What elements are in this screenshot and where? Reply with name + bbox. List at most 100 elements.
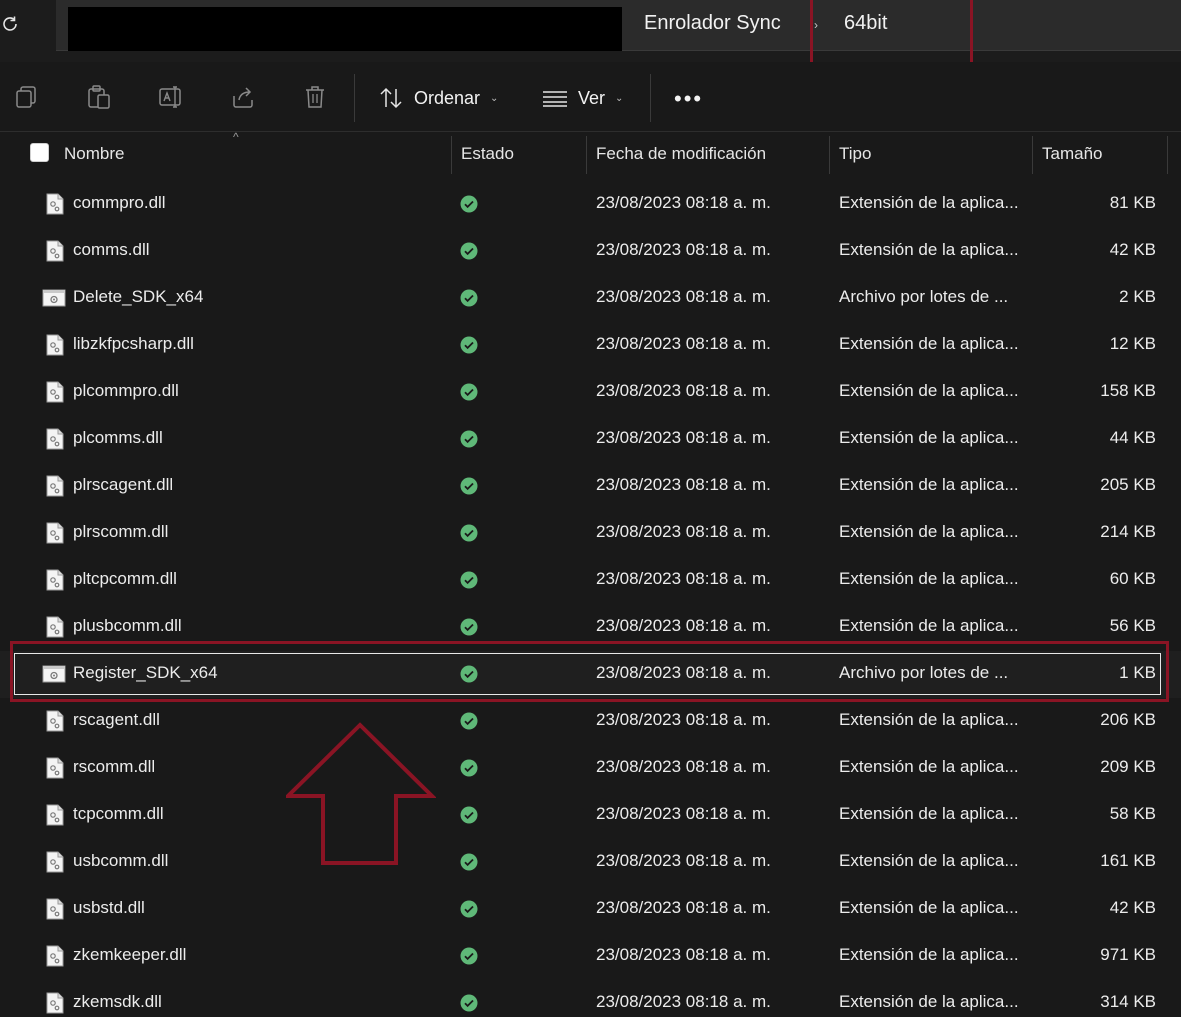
view-label: Ver [578, 87, 606, 108]
file-type: Extensión de la aplica... [839, 616, 1019, 635]
sync-ok-icon [460, 524, 478, 542]
file-date: 23/08/2023 08:18 a. m. [596, 616, 771, 635]
column-header-date[interactable]: Fecha de modificación [596, 144, 766, 164]
file-size: 205 KB [1100, 475, 1156, 494]
file-row[interactable]: pltcpcomm.dll 23/08/2023 08:18 a. m. Exten… [0, 557, 1181, 604]
sync-ok-icon [460, 289, 478, 307]
file-date: 23/08/2023 08:18 a. m. [596, 710, 771, 729]
file-size: 158 KB [1100, 381, 1156, 400]
file-name: zkemkeeper.dll [73, 945, 187, 964]
column-header-row: Nombre Estado Fecha de modificación Tipo… [0, 132, 1181, 176]
sync-ok-icon [460, 853, 478, 871]
file-date: 23/08/2023 08:18 a. m. [596, 992, 771, 1011]
file-row[interactable]: usbcomm.dll 23/08/2023 08:18 a. m. Extensi… [0, 839, 1181, 886]
file-row[interactable]: Delete_SDK_x64 23/08/2023 08:18 a. m. Arch… [0, 275, 1181, 322]
column-header-name[interactable]: Nombre [64, 144, 124, 164]
file-size: 58 KB [1109, 804, 1156, 823]
sync-ok-icon [460, 477, 478, 495]
dll-file-icon [46, 898, 64, 920]
file-row[interactable]: rscagent.dll 23/08/2023 08:18 a. m. Extens… [0, 698, 1181, 745]
column-header-type[interactable]: Tipo [839, 144, 871, 164]
breadcrumb-enrolador-sync[interactable]: Enrolador Sync [644, 12, 781, 35]
file-type: Extensión de la aplica... [839, 710, 1019, 729]
dll-file-icon [46, 193, 64, 215]
file-date: 23/08/2023 08:18 a. m. [596, 757, 771, 776]
file-date: 23/08/2023 08:18 a. m. [596, 945, 771, 964]
sort-label: Ordenar [414, 87, 481, 108]
file-name: plcommpro.dll [73, 381, 179, 400]
file-name: plrscagent.dll [73, 475, 174, 494]
column-resize-handle[interactable] [451, 136, 452, 174]
file-type: Extensión de la aplica... [839, 381, 1019, 400]
command-bar: Ordenar ⌄ Ver ⌄ ••• [0, 62, 1181, 132]
file-size: 206 KB [1100, 710, 1156, 729]
sync-ok-icon [460, 195, 478, 213]
copy-button[interactable] [14, 84, 40, 110]
sync-ok-icon [460, 900, 478, 918]
column-resize-handle[interactable] [1032, 136, 1033, 174]
sync-ok-icon [460, 618, 478, 636]
column-header-status[interactable]: Estado [461, 144, 514, 164]
file-type: Extensión de la aplica... [839, 757, 1019, 776]
dll-file-icon [46, 569, 64, 591]
sync-ok-icon [460, 336, 478, 354]
file-date: 23/08/2023 08:18 a. m. [596, 851, 771, 870]
rename-button[interactable] [158, 84, 184, 110]
file-name: commpro.dll [73, 193, 166, 212]
column-resize-handle[interactable] [586, 136, 587, 174]
file-type: Extensión de la aplica... [839, 522, 1019, 541]
more-options-button[interactable]: ••• [674, 86, 703, 112]
file-type: Extensión de la aplica... [839, 569, 1019, 588]
dll-file-icon [46, 616, 64, 638]
file-name: plcomms.dll [73, 428, 163, 447]
file-date: 23/08/2023 08:18 a. m. [596, 428, 771, 447]
file-row[interactable]: zkemkeeper.dll 23/08/2023 08:18 a. m. Exte… [0, 933, 1181, 980]
sort-icon [380, 87, 402, 109]
file-date: 23/08/2023 08:18 a. m. [596, 193, 771, 212]
view-button[interactable]: Ver ⌄ [542, 82, 623, 114]
select-all-checkbox[interactable] [30, 143, 49, 162]
paste-icon [88, 85, 110, 109]
annotation-highlight-row [10, 641, 1169, 702]
share-icon [233, 87, 253, 108]
file-name: tcpcomm.dll [73, 804, 164, 823]
column-resize-handle[interactable] [1167, 136, 1168, 174]
sync-ok-icon [460, 383, 478, 401]
file-size: 214 KB [1100, 522, 1156, 541]
address-bar: Enrolador Sync › 64bit [0, 0, 1181, 74]
file-name: usbstd.dll [73, 898, 145, 917]
sync-ok-icon [460, 806, 478, 824]
file-row[interactable]: plcomms.dll 23/08/2023 08:18 a. m. Extensi… [0, 416, 1181, 463]
batch-file-icon [42, 289, 66, 307]
paste-button[interactable] [86, 84, 112, 110]
file-row[interactable]: plrscagent.dll 23/08/2023 08:18 a. m. Exte… [0, 463, 1181, 510]
file-type: Extensión de la aplica... [839, 334, 1019, 353]
file-row[interactable]: plcommpro.dll 23/08/2023 08:18 a. m. Exten… [0, 369, 1181, 416]
delete-button[interactable] [302, 84, 328, 110]
file-row[interactable]: usbstd.dll 23/08/2023 08:18 a. m. Extensió… [0, 886, 1181, 933]
file-date: 23/08/2023 08:18 a. m. [596, 240, 771, 259]
sort-button[interactable]: Ordenar ⌄ [378, 82, 498, 114]
file-size: 60 KB [1109, 569, 1156, 588]
file-row[interactable]: commpro.dll 23/08/2023 08:18 a. m. Extensi… [0, 181, 1181, 228]
column-header-size[interactable]: Tamaño [1042, 144, 1102, 164]
view-list-icon [543, 91, 567, 107]
file-name: libzkfpcsharp.dll [73, 334, 194, 353]
file-size: 971 KB [1100, 945, 1156, 964]
sync-ok-icon [460, 571, 478, 589]
file-row[interactable]: plrscomm.dll 23/08/2023 08:18 a. m. Extens… [0, 510, 1181, 557]
file-row[interactable]: rscomm.dll 23/08/2023 08:18 a. m. Extensió… [0, 745, 1181, 792]
file-name: zkemsdk.dll [73, 992, 162, 1011]
file-row[interactable]: zkemsdk.dll 23/08/2023 08:18 a. m. Extensi… [0, 980, 1181, 1017]
file-name: plusbcomm.dll [73, 616, 182, 635]
file-size: 161 KB [1100, 851, 1156, 870]
column-resize-handle[interactable] [829, 136, 830, 174]
file-size: 42 KB [1109, 898, 1156, 917]
file-row[interactable]: libzkfpcsharp.dll 23/08/2023 08:18 a. m. E… [0, 322, 1181, 369]
file-row[interactable]: comms.dll 23/08/2023 08:18 a. m. Extensión… [0, 228, 1181, 275]
file-row[interactable]: tcpcomm.dll 23/08/2023 08:18 a. m. Extensi… [0, 792, 1181, 839]
refresh-button[interactable] [0, 10, 24, 40]
file-date: 23/08/2023 08:18 a. m. [596, 569, 771, 588]
share-button[interactable] [230, 84, 256, 110]
redacted-path [68, 7, 622, 51]
